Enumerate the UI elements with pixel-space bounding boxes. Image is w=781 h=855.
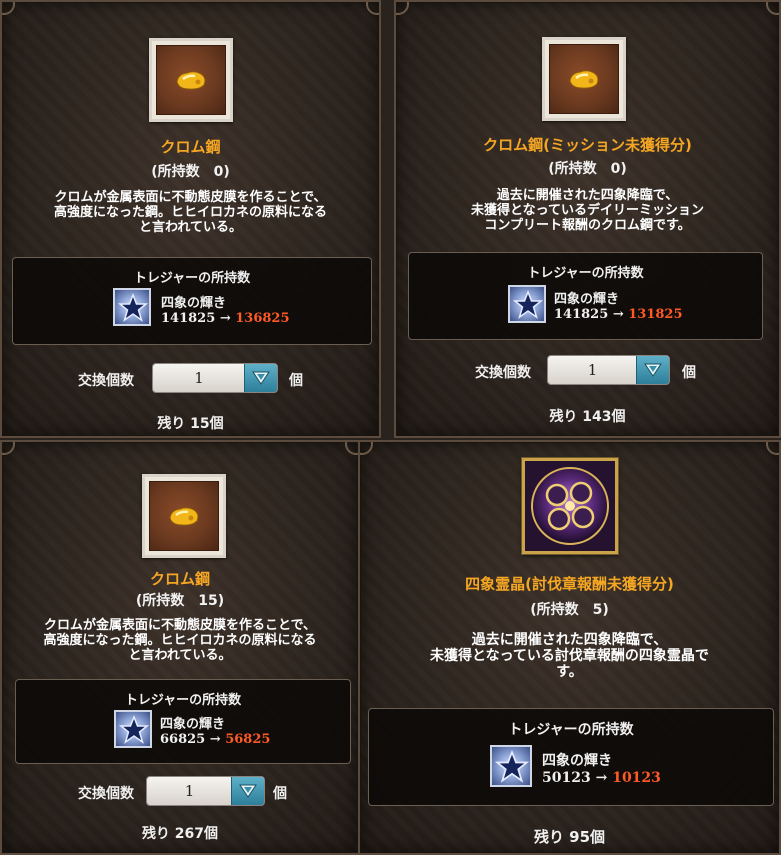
owned-count: (所持数 0) [151, 164, 230, 180]
count-before: 50123 [542, 770, 591, 786]
treasure-name: 四象の輝き [542, 753, 612, 769]
treasure-count: 141825 → 136825 [161, 311, 290, 326]
exchange-panel-chrome-steel-mission: クロム鋼(ミッション未獲得分) (所持数 0) 過去に開催された四象降臨で、 未… [394, 0, 781, 438]
four-symbols-radiance-star-icon [113, 288, 151, 326]
count-after: 10123 [612, 770, 661, 786]
description-line: す。 [556, 664, 583, 680]
quantity-select[interactable]: 1 [146, 776, 265, 806]
description-line: 過去に開催された四象降臨で、 [471, 632, 668, 648]
chrome-steel-item-image [142, 474, 226, 558]
treasure-box: トレジャーの所持数 四象の輝き 66825 → 56825 [15, 679, 351, 764]
item-name: クロム鋼 [149, 570, 210, 588]
count-before: 66825 [160, 732, 206, 747]
quantity-value: 1 [587, 361, 598, 379]
four-symbols-crystal-image [522, 458, 618, 554]
description-line: コンプリート報酬のクロム鋼です。 [484, 218, 691, 233]
treasure-count: 141825 → 131825 [554, 307, 683, 322]
chevron-down-icon [252, 371, 270, 385]
treasure-count: 66825 → 56825 [160, 732, 270, 747]
count-before: 141825 [554, 307, 609, 322]
treasure-name: 四象の輝き [160, 717, 226, 732]
quantity-unit: 個 [289, 373, 303, 389]
arrow: → [209, 732, 221, 747]
quantity-label: 交換個数 [78, 786, 134, 802]
count-before: 141825 [161, 311, 216, 326]
item-description: 過去に開催された四象降臨で、 未獲得となっている討伐章報酬の四象霊晶で す。 [370, 632, 769, 680]
quantity-value: 1 [184, 782, 195, 800]
chrome-steel-item-image [149, 38, 233, 122]
treasure-name: 四象の輝き [554, 292, 620, 307]
chrome-steel-item-image [542, 37, 626, 121]
owned-count: (所持数 5) [530, 602, 609, 618]
remaining-count: 残り 15個 [157, 416, 224, 432]
description-line: 過去に開催された四象降臨で、 [496, 188, 679, 203]
item-name: 四象霊晶(討伐章報酬未獲得分) [465, 575, 674, 593]
treasure-box: トレジャーの所持数 四象の輝き 141825 → 131825 [408, 252, 763, 340]
quantity-select[interactable]: 1 [547, 355, 670, 385]
quantity-dropdown-button[interactable] [231, 777, 264, 805]
quantity-unit: 個 [682, 365, 696, 381]
quantity-dropdown-button[interactable] [244, 364, 277, 392]
count-after: 131825 [628, 307, 683, 322]
quantity-dropdown-button[interactable] [636, 356, 669, 384]
treasure-box: トレジャーの所持数 四象の輝き 50123 → 10123 [368, 708, 774, 806]
description-line: クロムが金属表面に不動態皮膜を作ることで、 [54, 190, 327, 205]
treasure-count: 50123 → 10123 [542, 770, 661, 786]
owned-count: (所持数 0) [548, 161, 627, 177]
item-name: クロム鋼(ミッション未獲得分) [483, 136, 692, 154]
treasure-name: 四象の輝き [161, 296, 227, 311]
item-description: 過去に開催された四象降臨で、 未獲得となっているデイリーミッション コンプリート… [406, 188, 769, 233]
quantity-label: 交換個数 [475, 365, 531, 381]
gold-nugget-icon [569, 70, 599, 89]
item-name: クロム鋼 [160, 138, 221, 156]
description-line: 高強度になった鋼。ヒヒイロカネの原料になる [43, 633, 317, 648]
item-description: クロムが金属表面に不動態皮膜を作ることで、 高強度になった鋼。ヒヒイロカネの原料… [12, 190, 369, 235]
owned-count: (所持数 15) [135, 593, 225, 609]
exchange-panel-chrome-steel: クロム鋼 (所持数 0) クロムが金属表面に不動態皮膜を作ることで、 高強度にな… [0, 0, 381, 438]
description-line: クロムが金属表面に不動態皮膜を作ることで、 [43, 618, 317, 633]
four-symbols-radiance-star-icon [114, 710, 152, 748]
quantity-unit: 個 [273, 786, 287, 802]
count-after: 136825 [235, 311, 290, 326]
treasure-title: トレジャーの所持数 [508, 722, 634, 738]
quantity-label: 交換個数 [78, 373, 134, 389]
count-after: 56825 [225, 732, 271, 747]
remaining-count: 残り 143個 [549, 409, 626, 425]
exchange-panel-chrome-steel-owned: クロム鋼 (所持数 15) クロムが金属表面に不動態皮膜を作ることで、 高強度に… [0, 440, 360, 855]
description-line: 高強度になった鋼。ヒヒイロカネの原料になる [53, 205, 327, 220]
four-symbols-radiance-star-icon [508, 285, 546, 323]
gold-nugget-icon [176, 71, 206, 90]
description-line: 未獲得となっている討伐章報酬の四象霊晶で [430, 648, 709, 664]
treasure-title: トレジャーの所持数 [124, 693, 242, 708]
description-line: と言われている。 [128, 648, 232, 663]
four-symbols-crystal-icon [525, 461, 615, 551]
description-line: と言われている。 [139, 220, 242, 235]
description-line: 未獲得となっているデイリーミッション [471, 203, 704, 218]
treasure-title: トレジャーの所持数 [527, 266, 644, 281]
four-symbols-radiance-star-icon [490, 745, 532, 787]
remaining-count: 残り 95個 [533, 828, 606, 846]
treasure-box: トレジャーの所持数 四象の輝き 141825 → 136825 [12, 257, 372, 345]
arrow: → [612, 307, 624, 322]
treasure-title: トレジャーの所持数 [133, 271, 251, 286]
exchange-panel-four-symbols-crystal: 四象霊晶(討伐章報酬未獲得分) (所持数 5) 過去に開催された四象降臨で、 未… [360, 440, 781, 855]
item-description: クロムが金属表面に不動態皮膜を作ることで、 高強度になった鋼。ヒヒイロカネの原料… [12, 618, 348, 663]
remaining-count: 残り 267個 [141, 826, 219, 842]
arrow: → [595, 770, 608, 786]
chevron-down-icon [644, 363, 662, 377]
quantity-value: 1 [194, 369, 204, 387]
arrow: → [219, 311, 231, 326]
quantity-select[interactable]: 1 [152, 363, 278, 393]
chevron-down-icon [239, 784, 257, 798]
gold-nugget-icon [169, 507, 199, 526]
